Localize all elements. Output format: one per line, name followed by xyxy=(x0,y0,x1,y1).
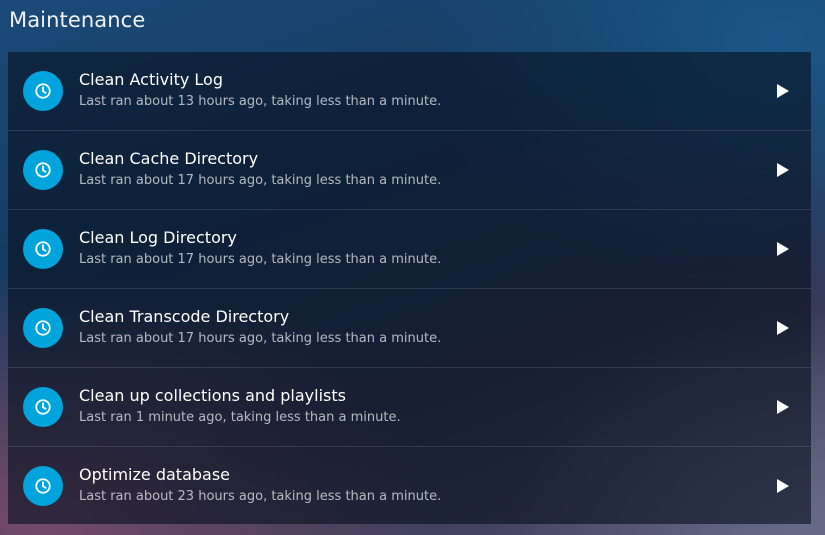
task-name: Optimize database xyxy=(79,465,231,484)
task-name: Clean up collections and playlists xyxy=(79,386,346,405)
task-last-run: Last ran about 13 hours ago, taking less… xyxy=(79,94,442,109)
task-text: Clean Cache Directory Last ran about 17 … xyxy=(79,149,751,189)
task-text: Clean up collections and playlists Last … xyxy=(79,386,751,426)
task-name: Clean Transcode Directory xyxy=(79,307,290,326)
task-item-clean-activity-log[interactable]: Clean Activity Log Last ran about 13 hou… xyxy=(8,52,811,131)
task-item-clean-log-directory[interactable]: Clean Log Directory Last ran about 17 ho… xyxy=(8,210,811,289)
task-list: Clean Activity Log Last ran about 13 hou… xyxy=(8,52,811,524)
task-item-clean-up-collections[interactable]: Clean up collections and playlists Last … xyxy=(8,368,811,447)
task-item-clean-transcode-directory[interactable]: Clean Transcode Directory Last ran about… xyxy=(8,289,811,368)
task-name: Clean Cache Directory xyxy=(79,149,259,168)
task-last-run: Last ran about 17 hours ago, taking less… xyxy=(79,252,442,267)
clock-icon xyxy=(23,387,63,427)
play-icon[interactable] xyxy=(771,79,795,103)
task-last-run: Last ran about 17 hours ago, taking less… xyxy=(79,331,442,346)
clock-icon xyxy=(23,466,63,506)
clock-icon xyxy=(23,71,63,111)
play-icon[interactable] xyxy=(771,158,795,182)
maintenance-page: Maintenance Clean Activity Log Last ran … xyxy=(0,0,825,535)
task-last-run: Last ran 1 minute ago, taking less than … xyxy=(79,410,401,425)
task-text: Clean Transcode Directory Last ran about… xyxy=(79,307,751,347)
task-last-run: Last ran about 23 hours ago, taking less… xyxy=(79,489,442,504)
play-icon[interactable] xyxy=(771,316,795,340)
task-last-run: Last ran about 17 hours ago, taking less… xyxy=(79,173,442,188)
task-name: Clean Log Directory xyxy=(79,228,237,247)
task-item-clean-cache-directory[interactable]: Clean Cache Directory Last ran about 17 … xyxy=(8,131,811,210)
clock-icon xyxy=(23,229,63,269)
task-text: Optimize database Last ran about 23 hour… xyxy=(79,465,751,505)
task-text: Clean Log Directory Last ran about 17 ho… xyxy=(79,228,751,268)
task-text: Clean Activity Log Last ran about 13 hou… xyxy=(79,70,751,110)
clock-icon xyxy=(23,308,63,348)
task-item-optimize-database[interactable]: Optimize database Last ran about 23 hour… xyxy=(8,447,811,524)
play-icon[interactable] xyxy=(771,395,795,419)
play-icon[interactable] xyxy=(771,237,795,261)
page-title: Maintenance xyxy=(9,8,146,32)
play-icon[interactable] xyxy=(771,474,795,498)
task-name: Clean Activity Log xyxy=(79,70,223,89)
clock-icon xyxy=(23,150,63,190)
